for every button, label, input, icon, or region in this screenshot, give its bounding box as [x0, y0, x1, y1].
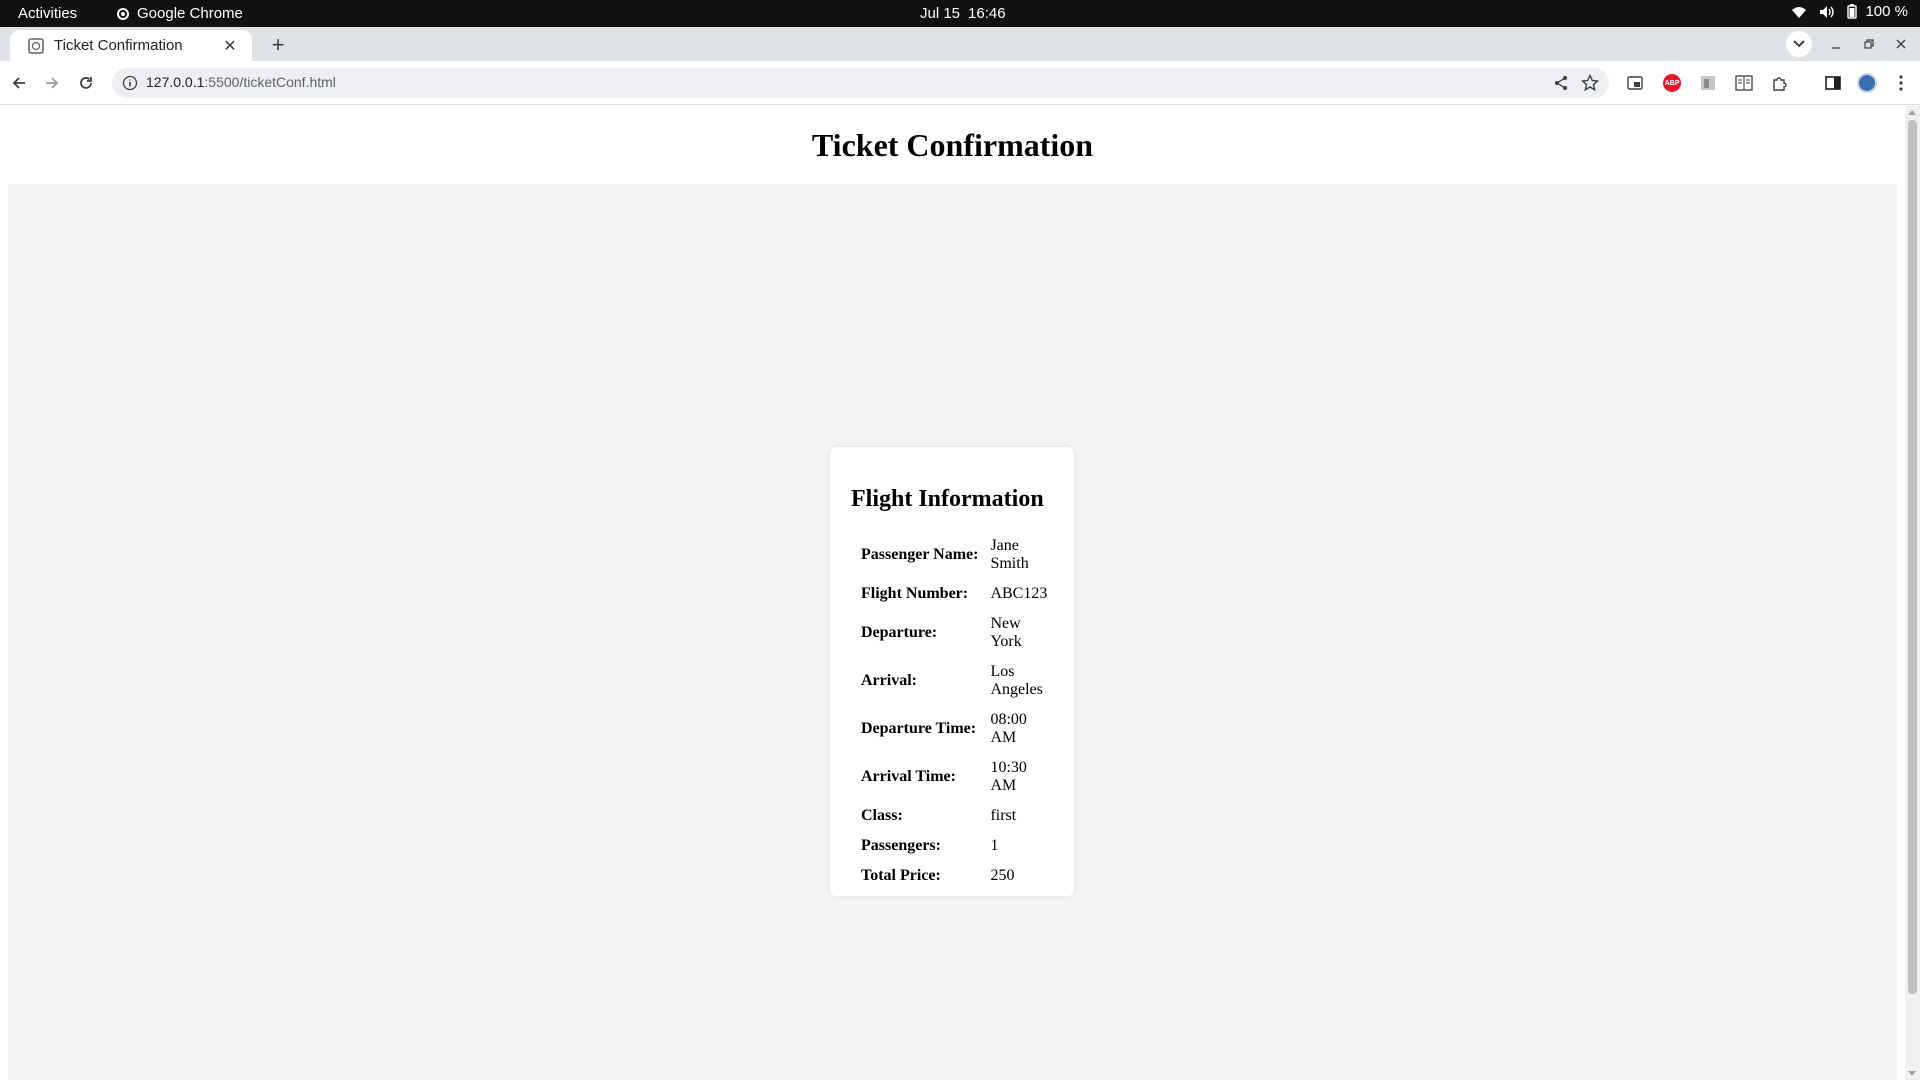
- table-row: Passengers: 1: [861, 832, 1048, 860]
- departure-time-value: 08:00 AM: [990, 711, 1027, 746]
- cast-icon: [1627, 76, 1643, 90]
- close-tab-icon[interactable]: ✕: [218, 34, 242, 58]
- browser-toolbar: 127.0.0.1:5500/ticketConf.html ABP: [0, 61, 1920, 105]
- vertical-scrollbar[interactable]: [1905, 106, 1920, 1080]
- chrome-menu-button[interactable]: [1890, 72, 1912, 94]
- sidepanel-icon: [1825, 76, 1841, 90]
- restore-icon: [1864, 39, 1874, 49]
- adblock-plus-button[interactable]: ABP: [1661, 72, 1683, 94]
- table-row: Arrival Time: 10:30 AM: [861, 754, 1048, 800]
- new-tab-button[interactable]: +: [265, 32, 291, 58]
- scrollbar-thumb[interactable]: [1908, 120, 1917, 994]
- passenger-name-value: Jane Smith: [990, 537, 1029, 572]
- profile-button[interactable]: [1856, 72, 1878, 94]
- forward-button[interactable]: [40, 71, 64, 95]
- system-tray[interactable]: 100 %: [1791, 3, 1908, 20]
- app-menu[interactable]: Google Chrome: [117, 5, 243, 22]
- close-icon: [1896, 39, 1906, 49]
- departure-time-label: Departure Time:: [861, 720, 977, 737]
- flight-info-table: Passenger Name: Jane Smith Flight Number…: [859, 530, 1050, 892]
- profile-avatar: [1857, 73, 1877, 93]
- reload-icon: [80, 77, 92, 89]
- passengers-label: Passengers:: [861, 837, 941, 854]
- table-row: Departure Time: 08:00 AM: [861, 706, 1048, 752]
- close-window-button[interactable]: [1889, 33, 1913, 55]
- chevron-down-icon: [1793, 40, 1805, 48]
- url-text[interactable]: 127.0.0.1:5500/ticketConf.html: [146, 74, 336, 90]
- table-row: Departure: New York: [861, 610, 1048, 656]
- bookmark-star-icon[interactable]: [1581, 74, 1599, 92]
- table-row: Passenger Name: Jane Smith: [861, 532, 1048, 578]
- activities-button[interactable]: Activities: [18, 5, 77, 22]
- flight-number-label: Flight Number:: [861, 585, 969, 602]
- table-row: Total Price: 250: [861, 862, 1048, 890]
- departure-value: New York: [990, 615, 1022, 650]
- arrival-time-label: Arrival Time:: [861, 768, 956, 785]
- flight-number-value: ABC123: [990, 585, 1048, 602]
- battery-icon: [1847, 4, 1858, 19]
- minimize-button[interactable]: [1824, 33, 1848, 55]
- tab-strip: Ticket Confirmation ✕ +: [0, 27, 1920, 61]
- adblock-plus-icon: ABP: [1663, 74, 1681, 92]
- back-button[interactable]: [7, 71, 31, 95]
- class-label: Class:: [861, 807, 903, 824]
- content-area: Flight Information Passenger Name: Jane …: [8, 184, 1897, 1080]
- date-label: Jul 15: [920, 5, 961, 22]
- reload-button[interactable]: [74, 71, 98, 95]
- page-viewport: Ticket Confirmation Flight Information P…: [0, 106, 1920, 1080]
- arrow-left-icon: [12, 77, 25, 89]
- reader-icon: [1735, 75, 1753, 91]
- time-label: 16:46: [968, 5, 1006, 22]
- url-path: :5500/ticketConf.html: [204, 74, 336, 90]
- cast-button[interactable]: [1624, 72, 1646, 94]
- extension-icon: [1701, 76, 1715, 90]
- flight-info-card: Flight Information Passenger Name: Jane …: [830, 447, 1074, 896]
- side-panel-button[interactable]: [1822, 72, 1844, 94]
- restore-button[interactable]: [1857, 33, 1881, 55]
- departure-label: Departure:: [861, 624, 938, 641]
- more-vert-icon: [1899, 75, 1903, 91]
- table-row: Class: first: [861, 802, 1048, 830]
- tab-title: Ticket Confirmation: [54, 37, 183, 54]
- share-icon[interactable]: [1553, 75, 1569, 91]
- app-name: Google Chrome: [137, 5, 243, 22]
- clock[interactable]: Jul 15 16:46: [920, 5, 1006, 22]
- globe-favicon-icon: [28, 37, 44, 54]
- extension-button[interactable]: [1697, 72, 1719, 94]
- puzzle-icon: [1773, 77, 1787, 91]
- card-title: Flight Information: [851, 486, 1044, 512]
- passenger-name-label: Passenger Name:: [861, 546, 979, 563]
- scroll-up-icon[interactable]: [1908, 110, 1916, 115]
- arrow-right-icon: [46, 77, 59, 89]
- tab-search-button[interactable]: [1786, 31, 1812, 57]
- extensions-menu-button[interactable]: [1769, 72, 1791, 94]
- passengers-value: 1: [990, 837, 999, 854]
- battery-percentage: 100 %: [1865, 3, 1908, 20]
- tab-ticket-confirmation[interactable]: Ticket Confirmation ✕: [10, 30, 252, 61]
- arrival-time-value: 10:30 AM: [990, 759, 1027, 794]
- arrival-label: Arrival:: [861, 672, 917, 689]
- table-row: Arrival: Los Angeles: [861, 658, 1048, 704]
- scroll-down-icon[interactable]: [1908, 1071, 1916, 1076]
- system-top-bar: Activities Google Chrome Jul 15 16:46 100…: [0, 0, 1920, 27]
- total-price-label: Total Price:: [861, 867, 941, 884]
- class-value: first: [990, 807, 1017, 824]
- info-icon[interactable]: [122, 75, 138, 91]
- chrome-app-icon: [117, 7, 129, 20]
- volume-icon: [1820, 5, 1835, 18]
- minimize-icon: [1832, 47, 1840, 49]
- arrival-value: Los Angeles: [990, 663, 1043, 698]
- table-row: Flight Number: ABC123: [861, 580, 1048, 608]
- reader-button[interactable]: [1733, 72, 1755, 94]
- url-host: 127.0.0.1: [146, 74, 205, 90]
- total-price-value: 250: [990, 867, 1015, 884]
- wifi-icon: [1792, 6, 1807, 18]
- address-bar[interactable]: 127.0.0.1:5500/ticketConf.html: [112, 68, 1609, 98]
- page-title: Ticket Confirmation: [811, 127, 1094, 163]
